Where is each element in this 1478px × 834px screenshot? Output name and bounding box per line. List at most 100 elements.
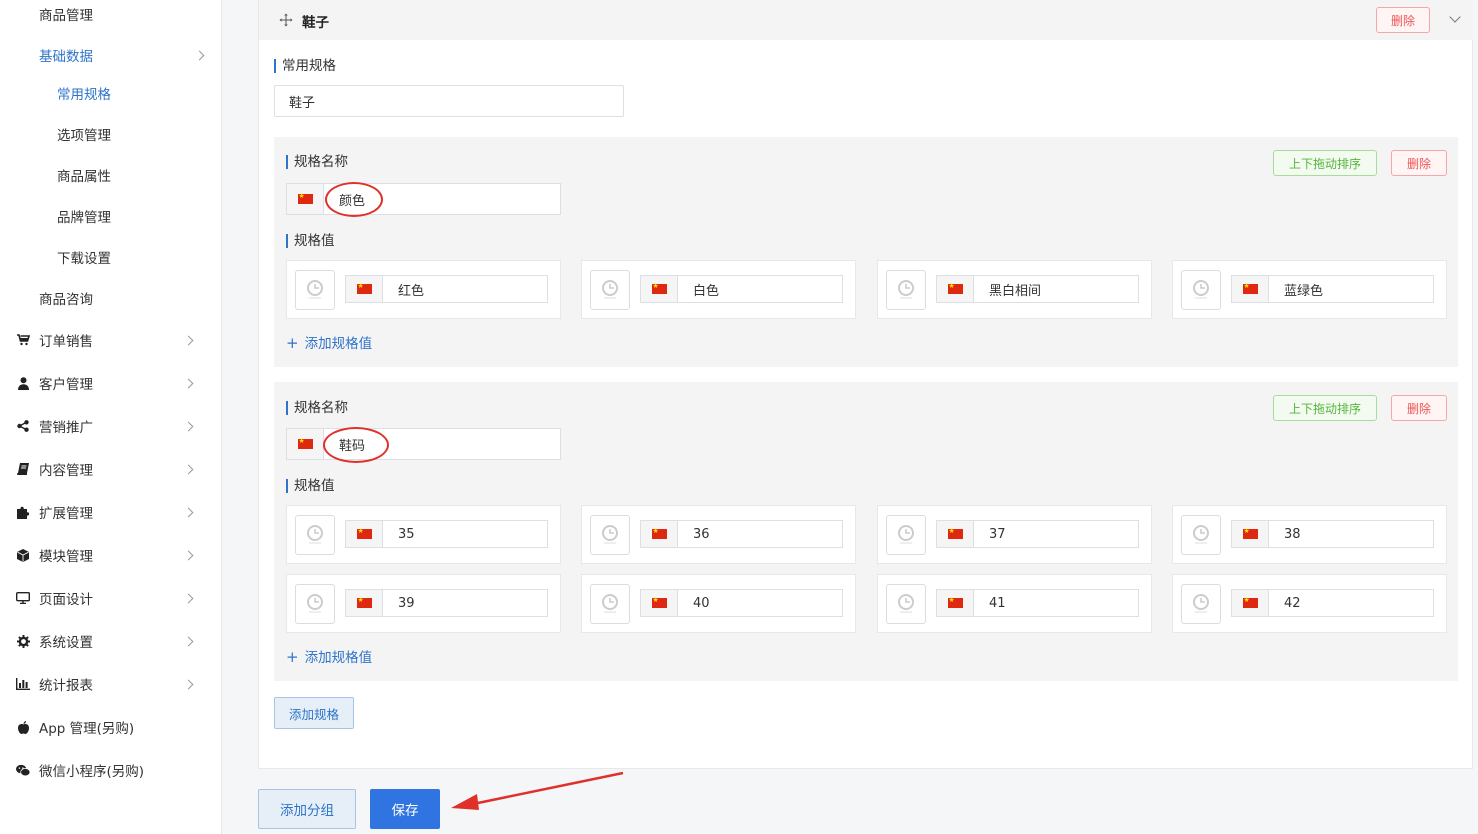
chevron-right-icon [183,593,194,603]
plus-icon: + [286,648,299,666]
add-spec-button[interactable]: 添加规格 [274,697,354,729]
spec-value-input[interactable]: 白色 [640,275,843,303]
chevron-right-icon [194,50,205,60]
image-placeholder-icon[interactable] [295,270,335,310]
spec-value-text: 黑白相间 [989,283,1042,299]
spec-value-card: 红色 [286,260,561,319]
spec-value-input[interactable]: 40 [640,589,843,617]
spec-value-input[interactable]: 42 [1231,589,1434,617]
add-spec-value-button[interactable]: + 添加规格值 [286,646,372,666]
chevron-down-icon[interactable] [1449,11,1461,23]
sidebar-item-basic-data[interactable]: 基础数据 [0,35,221,75]
spec-value-text: 41 [989,595,1006,611]
spec-value-card: 35 [286,505,561,564]
language-flag[interactable] [937,590,974,616]
image-placeholder-icon[interactable] [886,270,926,310]
spec-value-input[interactable]: 41 [936,589,1139,617]
sidebar-item-common-spec[interactable]: 常用规格 [0,73,221,113]
language-flag[interactable] [937,521,974,547]
sidebar-item-product-attributes[interactable]: 商品属性 [0,155,221,195]
add-spec-value-label: 添加规格值 [304,650,373,666]
image-placeholder-icon[interactable] [295,515,335,555]
save-button[interactable]: 保存 [370,789,440,829]
sidebar-item-modules[interactable]: 模块管理 [0,535,221,575]
language-flag[interactable] [937,276,974,302]
apple-icon [16,720,30,734]
image-placeholder-icon[interactable] [590,584,630,624]
image-placeholder-icon[interactable] [590,515,630,555]
cube-icon [16,548,30,562]
sidebar-item-brand-management[interactable]: 品牌管理 [0,196,221,236]
sidebar-item-orders[interactable]: 订单销售 [0,320,221,360]
spec-value-input[interactable]: 39 [345,589,548,617]
sidebar-item-app-management[interactable]: App 管理(另购) [0,707,221,747]
language-flag[interactable] [287,429,324,459]
language-flag[interactable] [287,184,324,214]
spec-value-input[interactable]: 蓝绿色 [1231,275,1434,303]
image-placeholder-icon[interactable] [886,515,926,555]
spec-value-input[interactable]: 35 [345,520,548,548]
group-header[interactable]: 鞋子 删除 [259,0,1473,40]
sidebar-item-label: 常用规格 [57,87,111,103]
spec-value-input[interactable]: 37 [936,520,1139,548]
spec-value-input[interactable]: 黑白相间 [936,275,1139,303]
image-placeholder-icon[interactable] [295,584,335,624]
language-flag[interactable] [1232,590,1269,616]
sidebar-item-wechat-miniprogram[interactable]: 微信小程序(另购) [0,750,221,790]
spec-value-input[interactable]: 38 [1231,520,1434,548]
spec-value-card: 36 [581,505,856,564]
image-placeholder-icon[interactable] [1181,515,1221,555]
spec-value-card: 蓝绿色 [1172,260,1447,319]
delete-spec-button[interactable]: 删除 [1391,150,1447,176]
chevron-right-icon [183,507,194,517]
sidebar-item-system-settings[interactable]: 系统设置 [0,621,221,661]
spec-name-input[interactable]: 鞋码 [286,428,561,460]
china-flag-icon [947,526,963,539]
sidebar-item-content[interactable]: 内容管理 [0,449,221,489]
sidebar-item-marketing[interactable]: 营销推广 [0,406,221,446]
sidebar-item-extensions[interactable]: 扩展管理 [0,492,221,532]
sidebar-item-option-management[interactable]: 选项管理 [0,114,221,154]
sidebar-item-page-design[interactable]: 页面设计 [0,578,221,618]
spec-value-input[interactable]: 36 [640,520,843,548]
language-flag[interactable] [1232,276,1269,302]
image-placeholder-icon[interactable] [1181,584,1221,624]
language-flag[interactable] [641,276,678,302]
language-flag[interactable] [641,521,678,547]
add-spec-value-button[interactable]: + 添加规格值 [286,332,372,352]
book-icon [16,462,30,476]
spec-value-card: 黑白相间 [877,260,1152,319]
delete-group-button[interactable]: 删除 [1376,7,1430,33]
drag-sort-button[interactable]: 上下拖动排序 [1273,395,1377,421]
drag-sort-button[interactable]: 上下拖动排序 [1273,150,1377,176]
sidebar-item-download-settings[interactable]: 下载设置 [0,237,221,277]
language-flag[interactable] [1232,521,1269,547]
language-flag[interactable] [641,590,678,616]
china-flag-icon [651,526,667,539]
sidebar-item-label: 基础数据 [39,49,93,65]
delete-spec-button[interactable]: 删除 [1391,395,1447,421]
monitor-icon [16,591,30,605]
language-flag[interactable] [346,276,383,302]
spec-value-card: 白色 [581,260,856,319]
spec-name-input[interactable]: 颜色 [286,183,561,215]
china-flag-icon [1242,526,1258,539]
image-placeholder-icon[interactable] [1181,270,1221,310]
image-placeholder-icon[interactable] [590,270,630,310]
language-flag[interactable] [346,521,383,547]
move-icon[interactable] [279,13,293,27]
gear-icon [16,634,30,648]
language-flag[interactable] [346,590,383,616]
sidebar-item-label: App 管理(另购) [39,721,135,737]
add-group-button[interactable]: 添加分组 [258,789,356,829]
common-spec-input[interactable]: 鞋子 [274,85,624,117]
chevron-right-icon [183,636,194,646]
spec-value-input[interactable]: 红色 [345,275,548,303]
sidebar-item-product-management[interactable]: 商品管理 [0,0,221,34]
sidebar-item-customers[interactable]: 客户管理 [0,363,221,403]
sidebar-item-reports[interactable]: 统计报表 [0,664,221,704]
china-flag-icon [297,191,313,204]
image-placeholder-icon[interactable] [886,584,926,624]
spec-value-text: 红色 [398,283,425,299]
sidebar-item-product-inquiry[interactable]: 商品咨询 [0,278,221,318]
